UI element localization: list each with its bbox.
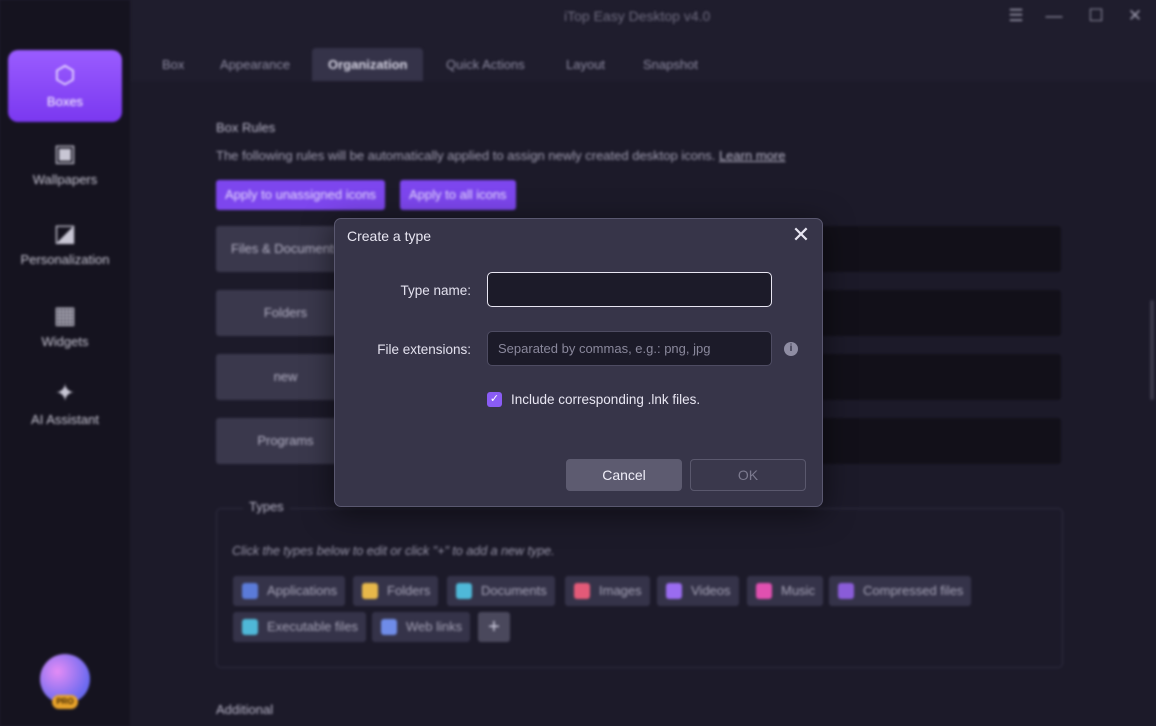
scrollbar-thumb[interactable] (1150, 300, 1154, 400)
type-chip-music[interactable]: Music (747, 576, 823, 606)
type-chip-folders[interactable]: Folders (353, 576, 439, 606)
tab-organization[interactable]: Organization (312, 48, 424, 81)
chip-label: Documents (481, 583, 547, 598)
image-icon (574, 583, 590, 599)
tab-snapshot[interactable]: Snapshot (627, 48, 714, 81)
sidebar-item-label: AI Assistant (31, 412, 99, 427)
cancel-button[interactable]: Cancel (566, 459, 682, 491)
tab-appearance[interactable]: Appearance (204, 48, 306, 81)
video-icon (666, 583, 682, 599)
document-icon (456, 583, 472, 599)
link-icon (381, 619, 397, 635)
sidebar-item-boxes[interactable]: ⬡ Boxes (8, 50, 122, 122)
sidebar-item-widgets[interactable]: ▦ Widgets (8, 290, 122, 362)
learn-more-link[interactable]: Learn more (719, 148, 785, 163)
include-lnk-label[interactable]: Include corresponding .lnk files. (511, 392, 700, 407)
chip-label: Web links (406, 619, 463, 634)
chip-label: Applications (267, 583, 338, 598)
chip-label: Videos (691, 583, 731, 598)
add-type-button[interactable]: + (478, 612, 510, 642)
app-window: ⬡ Boxes ▣ Wallpapers ◪ Personalization ▦… (0, 0, 1156, 726)
type-chip-images[interactable]: Images (565, 576, 650, 606)
rule-target-field[interactable] (801, 354, 1061, 400)
sidebar-item-label: Widgets (41, 334, 89, 349)
rule-target-field[interactable] (801, 418, 1061, 464)
type-chip-videos[interactable]: Videos (657, 576, 739, 606)
sidebar: ⬡ Boxes ▣ Wallpapers ◪ Personalization ▦… (0, 0, 130, 726)
type-chip-web-links[interactable]: Web links (372, 612, 471, 642)
tab-layout[interactable]: Layout (550, 48, 621, 81)
description-text: The following rules will be automaticall… (216, 148, 716, 163)
widgets-icon: ▦ (53, 302, 77, 329)
info-icon[interactable]: i (784, 342, 798, 356)
ok-button[interactable]: OK (690, 459, 806, 491)
type-chip-compressed-files[interactable]: Compressed files (829, 576, 972, 606)
chip-label: Music (781, 583, 815, 598)
sidebar-item-label: Personalization (20, 252, 110, 267)
types-group: Types Click the types below to edit or c… (216, 499, 1063, 668)
type-chip-documents[interactable]: Documents (447, 576, 555, 606)
executable-icon (242, 619, 258, 635)
archive-icon (838, 583, 854, 599)
tab-box[interactable]: Box (146, 48, 200, 81)
apply-all-button[interactable]: Apply to all icons (400, 180, 516, 210)
close-icon[interactable]: ✕ (1123, 5, 1147, 27)
sidebar-item-ai-assistant[interactable]: ✦ AI Assistant (8, 368, 122, 440)
type-name-label: Type name: (400, 283, 471, 298)
title-bar: iTop Easy Desktop v4.0 ☰ — ☐ ✕ (130, 0, 1156, 32)
apply-unassigned-button[interactable]: Apply to unassigned icons (216, 180, 386, 210)
create-type-dialog: Create a type ✕ Type name: File extensio… (334, 218, 823, 507)
chip-label: Executable files (267, 619, 359, 634)
file-extensions-label: File extensions: (377, 342, 471, 357)
type-chip-executable-files[interactable]: Executable files (233, 612, 367, 642)
chip-label: Compressed files (863, 583, 964, 598)
menu-icon[interactable]: ☰ (1004, 5, 1028, 27)
box-rules-title: Box Rules (216, 120, 276, 135)
rule-target-field[interactable] (801, 226, 1061, 272)
include-lnk-checkbox[interactable]: ✓ (487, 392, 502, 407)
sidebar-item-label: Wallpapers (32, 172, 98, 187)
file-extensions-input[interactable] (487, 331, 772, 366)
dialog-title: Create a type (347, 228, 432, 244)
layers-icon (242, 583, 258, 599)
minimize-icon[interactable]: — (1042, 5, 1066, 27)
cube-icon: ⬡ (54, 62, 76, 89)
types-hint: Click the types below to edit or click "… (232, 544, 555, 558)
wallpaper-icon: ▣ (53, 140, 77, 167)
ai-assistant-icon: ✦ (54, 380, 76, 407)
box-rules-description: The following rules will be automaticall… (216, 148, 785, 163)
app-title: iTop Easy Desktop v4.0 (564, 8, 711, 24)
sidebar-item-personalization[interactable]: ◪ Personalization (8, 208, 122, 280)
folder-icon (362, 583, 378, 599)
type-name-input[interactable] (487, 272, 772, 307)
music-icon (756, 583, 772, 599)
personalization-icon: ◪ (53, 220, 77, 247)
sidebar-item-wallpapers[interactable]: ▣ Wallpapers (8, 128, 122, 200)
tab-quick-actions[interactable]: Quick Actions (430, 48, 541, 81)
maximize-icon[interactable]: ☐ (1084, 5, 1108, 27)
tab-bar: Box Appearance Organization Quick Action… (130, 48, 1156, 83)
additional-title: Additional (216, 702, 274, 717)
pro-badge: PRO (52, 695, 78, 709)
rule-target-field[interactable] (801, 290, 1061, 336)
type-chip-applications[interactable]: Applications (233, 576, 346, 606)
types-legend: Types (243, 499, 290, 514)
chip-label: Images (599, 583, 642, 598)
close-icon[interactable]: ✕ (789, 224, 813, 246)
chip-label: Folders (387, 583, 431, 598)
sidebar-item-label: Boxes (46, 94, 84, 109)
